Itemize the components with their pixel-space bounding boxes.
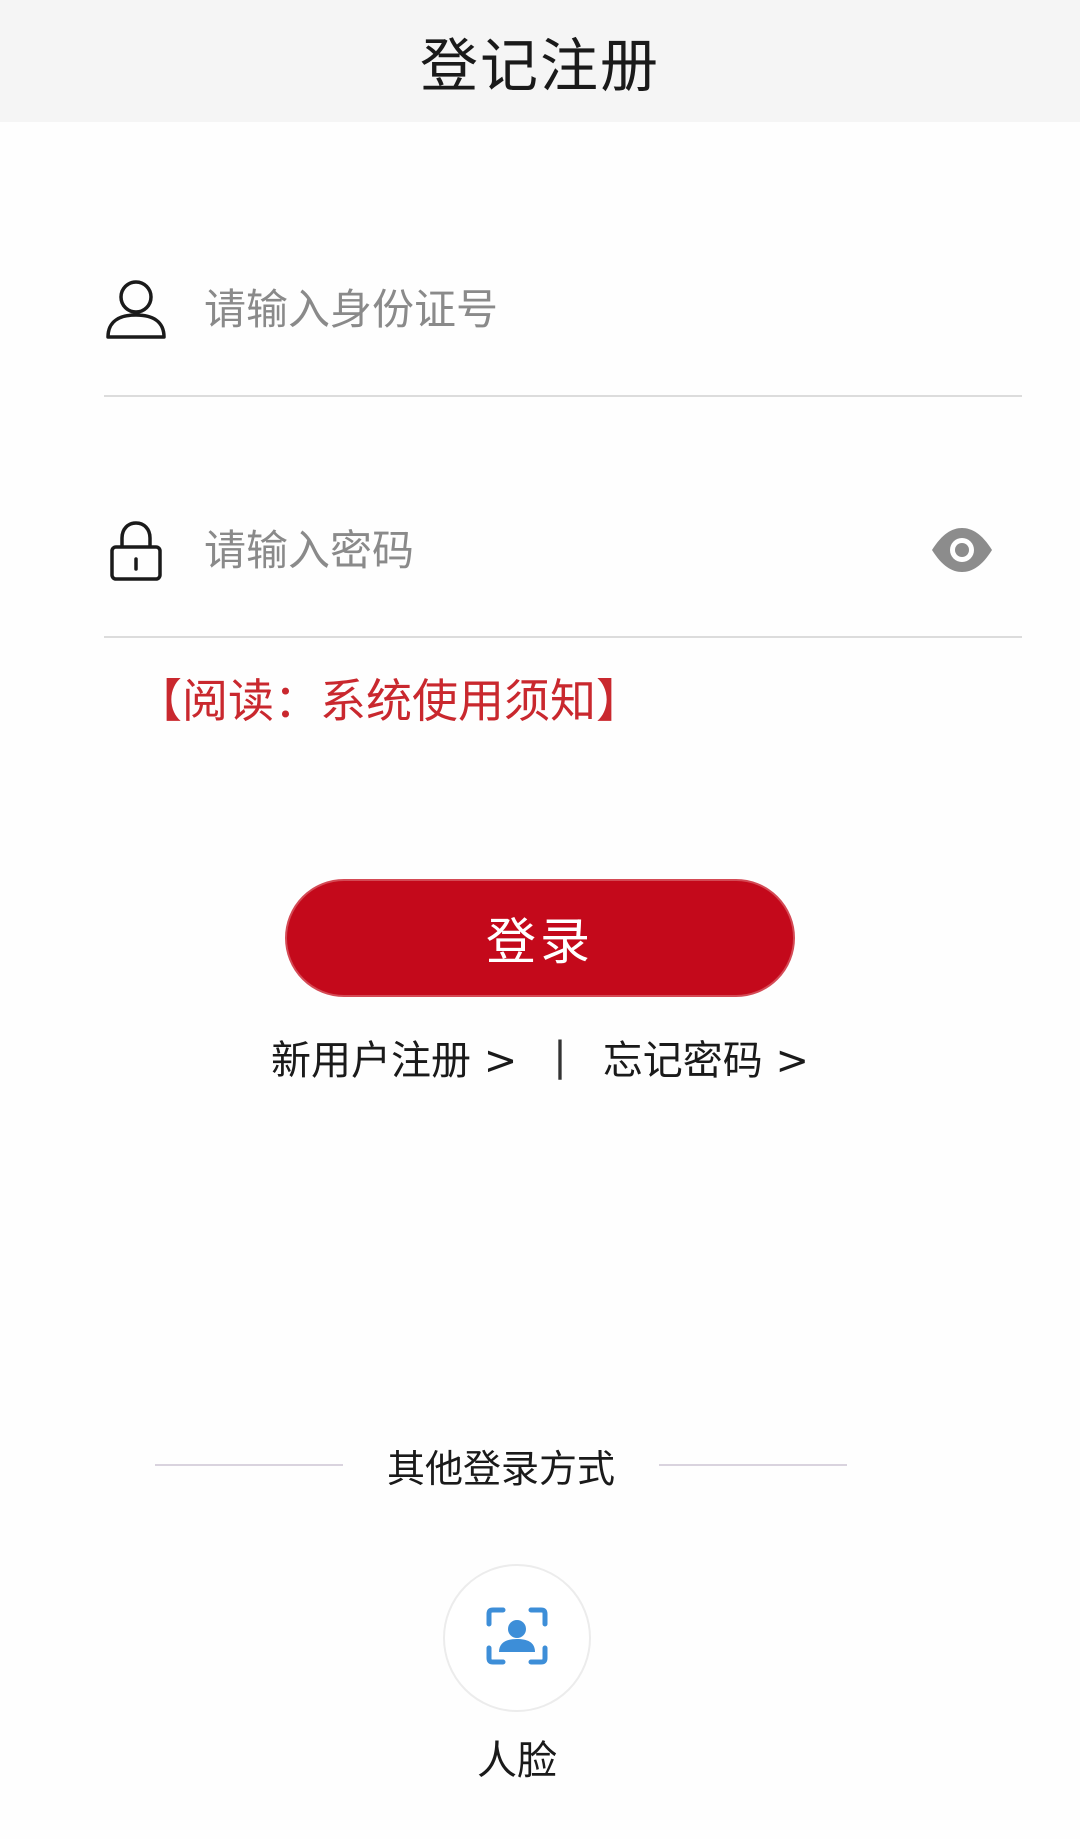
other-login-divider: 其他登录方式 xyxy=(155,1440,885,1491)
divider-line-right xyxy=(659,1464,848,1466)
user-icon xyxy=(104,277,168,341)
other-login-title: 其他登录方式 xyxy=(387,1446,616,1491)
id-number-input[interactable] xyxy=(204,269,904,349)
divider-line-left xyxy=(155,1464,343,1466)
face-login-label: 人脸 xyxy=(477,1738,557,1784)
title-bar: 登记注册 xyxy=(0,0,1080,122)
forgot-password-link[interactable]: 忘记密码 > xyxy=(603,1028,809,1086)
face-scan-icon xyxy=(485,1606,549,1670)
usage-notice-link[interactable]: 【阅读：系统使用须知】 xyxy=(136,665,642,731)
login-button[interactable]: 登录 xyxy=(285,879,795,997)
id-number-field xyxy=(104,245,1022,397)
account-links: 新用户注册 > | 忘记密码 > xyxy=(0,1028,1080,1086)
page-title: 登记注册 xyxy=(419,32,660,100)
face-login-button[interactable] xyxy=(443,1564,591,1712)
login-screen: 登记注册 【阅读：系统使用须知】 xyxy=(0,0,1080,1839)
password-field xyxy=(104,486,1022,638)
link-separator: | xyxy=(553,1034,567,1080)
new-user-register-link[interactable]: 新用户注册 > xyxy=(271,1028,517,1086)
password-input[interactable] xyxy=(204,510,904,590)
lock-icon xyxy=(104,518,168,582)
eye-icon[interactable] xyxy=(930,520,994,580)
